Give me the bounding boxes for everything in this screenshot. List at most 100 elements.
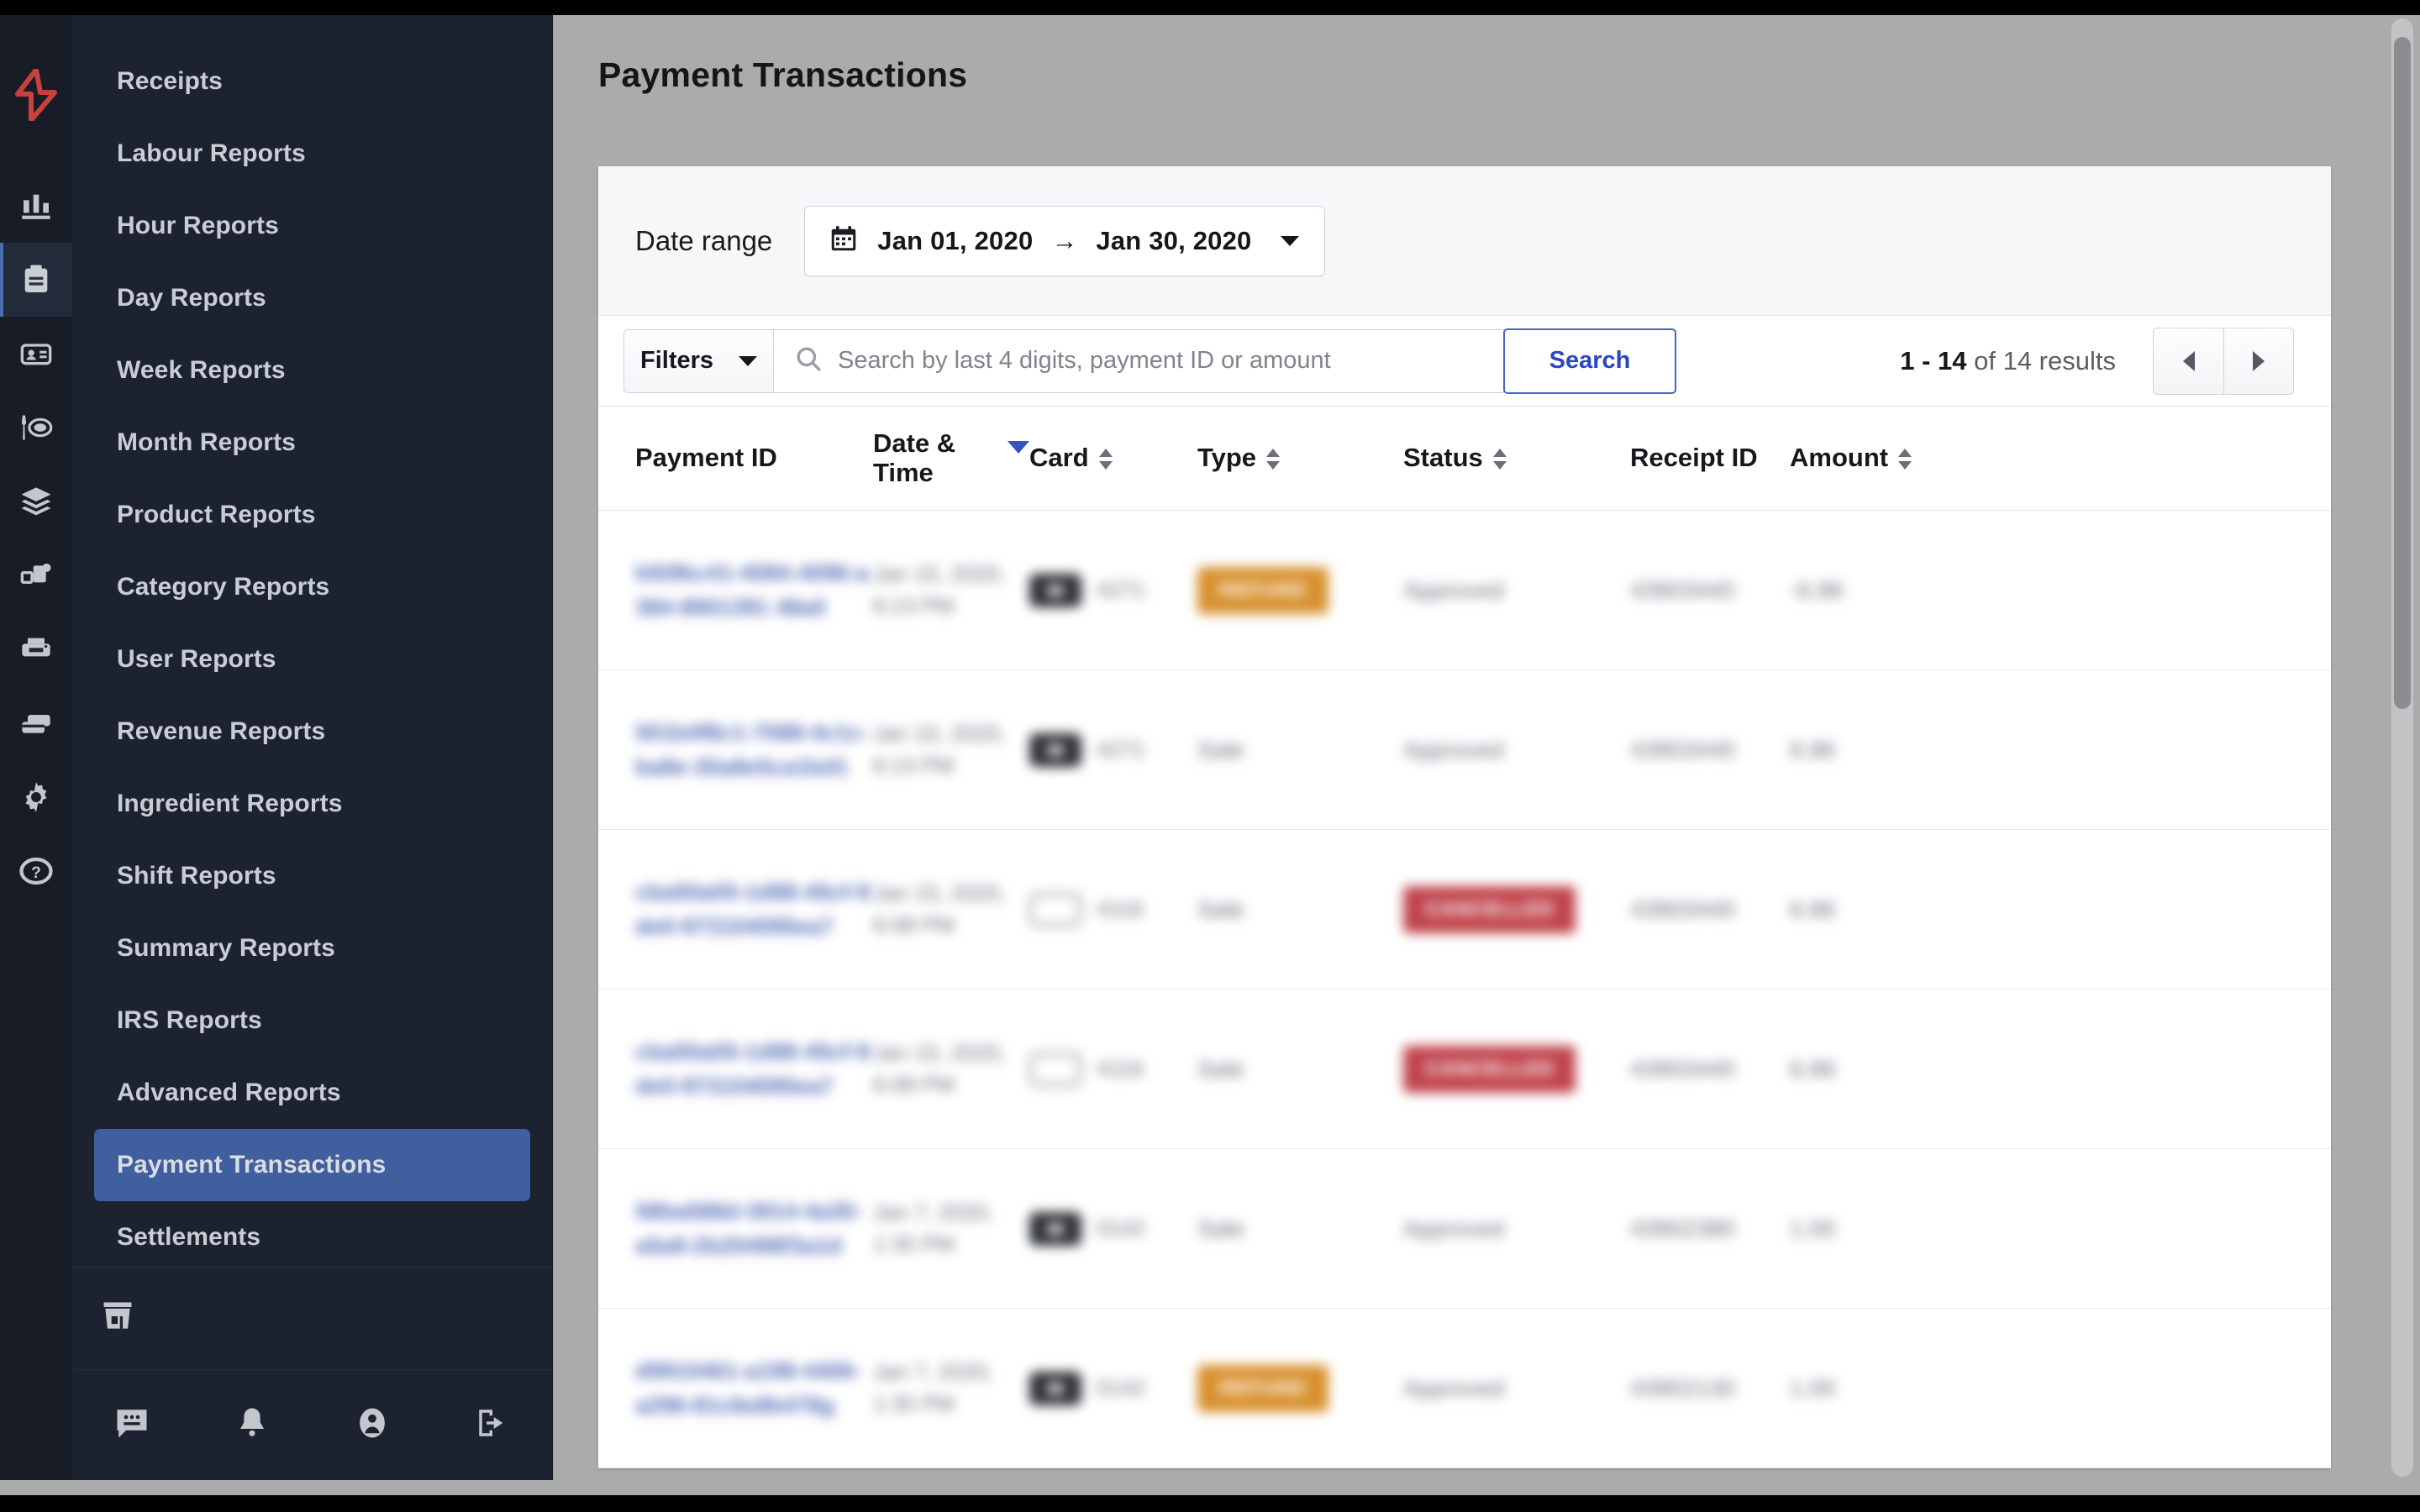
sidebar-item-day-reports[interactable]: Day Reports [94, 262, 530, 334]
column-header-card[interactable]: Card [1029, 443, 1197, 473]
type-badge: REFUND [1197, 1364, 1328, 1412]
sidebar-item-shift-reports[interactable]: Shift Reports [94, 840, 530, 912]
payment-id-link[interactable]: b5t9kc41-4084-4096-a384-8901391 48a0 [635, 556, 873, 624]
logout-icon [475, 1405, 510, 1445]
status-value: Approved [1403, 1215, 1504, 1242]
credit-card-icon [1029, 1211, 1081, 1246]
card-cell: 4116 [1029, 1052, 1144, 1086]
date-range-end: Jan 30, 2020 [1096, 225, 1252, 255]
sidebar-item-label: Ingredient Reports [117, 790, 343, 817]
filters-button[interactable]: Filters [623, 328, 773, 393]
rail-item-settings[interactable] [0, 760, 72, 834]
search-field-wrapper[interactable] [773, 328, 1504, 393]
card-digits: 4271 [1097, 737, 1145, 762]
payment-id-link[interactable]: cba50a05-1d88-45cf-9de0-973104095ea7 [635, 875, 873, 943]
column-header-payment-id[interactable]: Payment ID [635, 443, 873, 473]
column-header-amount[interactable]: Amount [1790, 443, 1958, 473]
footer-item-account[interactable] [313, 1370, 433, 1481]
sidebar-nav: Receipts Labour Reports Hour Reports Day… [72, 15, 553, 1480]
column-label: Type [1197, 443, 1257, 473]
help-circle-icon: ? [18, 853, 54, 889]
type-value: Sale [1197, 895, 1245, 922]
payment-id-link[interactable]: 501b4f8c1-7088-4c1c-ba8e-30a8e5ca1bd1 [635, 716, 873, 784]
chevron-left-icon [2182, 350, 2195, 371]
sidebar-item-label: Category Reports [117, 573, 330, 601]
search-input[interactable] [838, 347, 1503, 375]
column-header-receipt-id[interactable]: Receipt ID [1630, 443, 1790, 473]
payment-id-link[interactable]: cba50a05-1d88-45cf-9de0-973104095ea7 [635, 1035, 873, 1103]
rail-item-dashboard[interactable] [0, 169, 72, 243]
table-header-row: Payment ID Date & Time Card Type Status [598, 407, 2331, 511]
rail-item-printers[interactable] [0, 612, 72, 686]
rail-item-help[interactable]: ? [0, 834, 72, 908]
payment-id-link[interactable]: 58ba588d-3914-4a35-a5a9-2b20498f3a1d [635, 1194, 873, 1263]
sidebar-item-irs-reports[interactable]: IRS Reports [94, 984, 530, 1057]
type-badge: REFUND [1197, 566, 1328, 614]
receipt-id-value: 43903440 [1630, 895, 1735, 922]
rail-item-devices[interactable] [0, 538, 72, 612]
chevron-down-icon [739, 355, 758, 366]
credit-card-icon [1029, 573, 1081, 607]
sidebar-item-ingredient-reports[interactable]: Ingredient Reports [94, 768, 530, 840]
screen: ? Receipts Labour Reports Hour Reports D… [0, 0, 2420, 1512]
rail-item-menu[interactable] [0, 391, 72, 465]
column-header-type[interactable]: Type [1197, 443, 1403, 473]
pagination-next-button[interactable] [2223, 327, 2294, 395]
date-range-arrow: → [1051, 225, 1078, 255]
main-content: Payment Transactions Date range Jan 01, … [554, 15, 2420, 1480]
sort-toggle-icon [1898, 449, 1912, 470]
store-switcher[interactable] [72, 1267, 552, 1369]
payments-icon [18, 706, 54, 740]
sidebar-item-month-reports[interactable]: Month Reports [94, 407, 530, 479]
table-row[interactable]: 58ba588d-3914-4a35-a5a9-2b20498f3a1d Jan… [598, 1149, 2331, 1309]
sidebar-item-hour-reports[interactable]: Hour Reports [94, 190, 530, 262]
footer-item-notifications[interactable] [192, 1370, 313, 1481]
scrollbar-thumb[interactable] [2394, 37, 2411, 709]
footer-item-messages[interactable] [72, 1370, 192, 1481]
table-row[interactable]: 501b4f8c1-7088-4c1c-ba8e-30a8e5ca1bd1 Ja… [598, 670, 2331, 830]
sidebar-item-week-reports[interactable]: Week Reports [94, 334, 530, 407]
sidebar-item-receipts[interactable]: Receipts [94, 45, 530, 118]
sidebar-item-label: Payment Transactions [117, 1151, 387, 1179]
receipt-id-value: 43902130 [1630, 1374, 1735, 1401]
column-header-status[interactable]: Status [1403, 443, 1630, 473]
column-header-date-time[interactable]: Date & Time [873, 428, 1029, 487]
column-label: Status [1403, 443, 1483, 473]
sidebar-item-label: Week Reports [117, 356, 286, 384]
sidebar-item-category-reports[interactable]: Category Reports [94, 551, 530, 623]
filter-toolbar: Filters Search 1 - 14 of 14 results [598, 316, 2331, 407]
sidebar-item-summary-reports[interactable]: Summary Reports [94, 912, 530, 984]
date-range-picker[interactable]: Jan 01, 2020 → Jan 30, 2020 [804, 205, 1325, 276]
datetime-value: Jan 15, 2020, 6:13 PM [873, 720, 1006, 778]
payment-id-link[interactable]: d9910461-a198-4406-a296-81c6e8b478g [635, 1354, 873, 1422]
footer-item-logout[interactable] [432, 1370, 552, 1481]
sidebar-item-advanced-reports[interactable]: Advanced Reports [94, 1057, 530, 1129]
receipt-id-value: 43902380 [1630, 1215, 1735, 1242]
pagination-prev-button[interactable] [2153, 327, 2223, 395]
sidebar-footer-actions [72, 1369, 552, 1480]
vertical-scrollbar[interactable] [2391, 18, 2413, 1477]
sidebar-item-settlements[interactable]: Settlements [94, 1201, 530, 1267]
account-icon [355, 1405, 390, 1445]
sidebar-item-user-reports[interactable]: User Reports [94, 623, 530, 696]
status-badge: CANCELLED [1403, 885, 1576, 933]
table-row[interactable]: d9910461-a198-4406-a296-81c6e8b478g Jan … [598, 1309, 2331, 1468]
lightspeed-flame-logo[interactable] [14, 67, 58, 125]
rail-item-payments[interactable] [0, 686, 72, 760]
search-button[interactable]: Search [1503, 328, 1676, 394]
amount-value: 6.86 [1790, 895, 1836, 922]
sidebar-item-payment-transactions[interactable]: Payment Transactions [94, 1129, 530, 1201]
sidebar-item-labour-reports[interactable]: Labour Reports [94, 118, 530, 190]
printer-icon [18, 633, 54, 666]
table-body: b5t9kc41-4084-4096-a384-8901391 48a0 Jan… [598, 511, 2331, 1468]
search-icon [794, 344, 823, 377]
table-row[interactable]: cba50a05-1d88-45cf-9de0-973104095ea7 Jan… [598, 990, 2331, 1149]
table-row[interactable]: cba50a05-1d88-45cf-9de0-973104095ea7 Jan… [598, 830, 2331, 990]
table-row[interactable]: b5t9kc41-4084-4096-a384-8901391 48a0 Jan… [598, 511, 2331, 670]
rail-item-inventory[interactable] [0, 465, 72, 538]
receipt-id-value: 43903440 [1630, 576, 1735, 603]
rail-item-reports[interactable] [0, 243, 72, 317]
sidebar-item-product-reports[interactable]: Product Reports [94, 479, 530, 551]
rail-item-customers[interactable] [0, 317, 72, 391]
sidebar-item-revenue-reports[interactable]: Revenue Reports [94, 696, 530, 768]
